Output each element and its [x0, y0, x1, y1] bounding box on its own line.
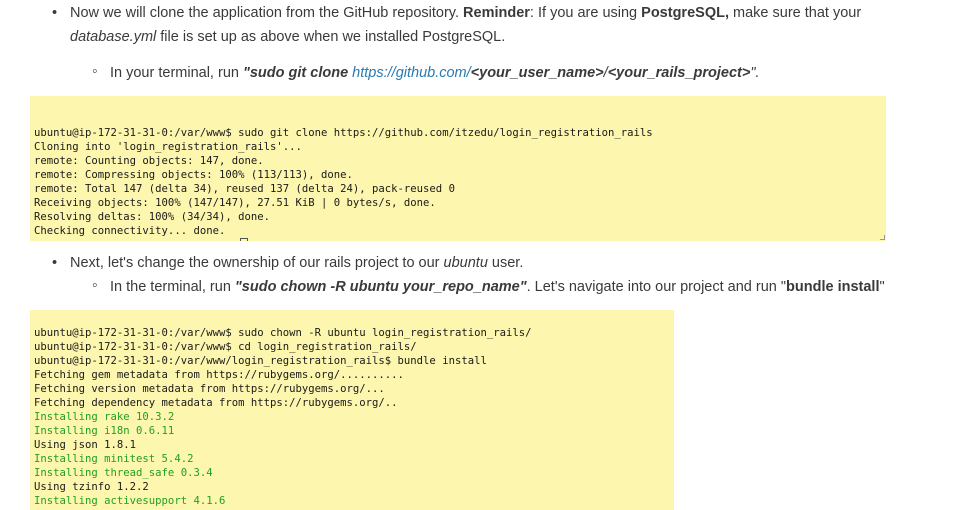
terminal-line: Receiving objects: 100% (147/147), 27.51… — [34, 197, 436, 209]
text-run: : If you are using — [529, 5, 638, 21]
postgres-label: PostgreSQL, — [641, 5, 729, 21]
sub-bullet-text: In the terminal, run "sudo chown -R ubun… — [92, 276, 962, 298]
text-run: make sure that your — [728, 5, 862, 21]
bullet-change-ownership: Next, let's change the ownership of our … — [52, 251, 932, 275]
terminal-line: Installing i18n 0.6.11 — [34, 425, 175, 437]
terminal-line: ubuntu@ip-172-31-31-0:/var/www$ sudo git… — [34, 127, 653, 139]
placeholder-project: <your_rails_project> — [607, 65, 751, 81]
terminal-output-clone: ubuntu@ip-172-31-31-0:/var/www$ sudo git… — [30, 96, 886, 241]
terminal-line: Fetching gem metadata from https://rubyg… — [34, 369, 404, 381]
bullet-ownership-text: Next, let's change the ownership of our … — [52, 251, 932, 275]
sub-bullet-clone-command: In your terminal, run "sudo git clone ht… — [92, 61, 952, 84]
terminal-line: ubuntu@ip-172-31-31-0:/var/www$ sudo cho… — [34, 327, 532, 339]
text-run: " — [879, 279, 885, 295]
github-link[interactable]: https://github.com/ — [352, 65, 470, 81]
terminal-line: Fetching dependency metadata from https:… — [34, 397, 398, 409]
text-run: ". — [750, 65, 760, 81]
terminal-output-bundle: ubuntu@ip-172-31-31-0:/var/www$ sudo cho… — [30, 310, 674, 510]
text-run: . Let's navigate into our project and ru… — [526, 279, 787, 295]
terminal-line: Resolving deltas: 100% (34/34), done. — [34, 211, 270, 223]
terminal-line: remote: Total 147 (delta 34), reused 137… — [34, 183, 455, 195]
bullet-clone-text: Now we will clone the application from t… — [52, 1, 932, 49]
sub-bullet-chown-command: In the terminal, run "sudo chown -R ubun… — [92, 275, 962, 298]
resize-grip[interactable] — [880, 235, 885, 240]
placeholder-user: <your_user_name> — [470, 65, 604, 81]
text-run: In the terminal, run — [110, 279, 235, 295]
text-run: file is set up as above when we installe… — [156, 29, 506, 45]
database-yml-filename: database.yml — [70, 29, 157, 45]
terminal-line: Installing thread_safe 0.3.4 — [34, 467, 213, 479]
terminal-line: Cloning into 'login_registration_rails'.… — [34, 141, 302, 153]
terminal-line: Checking connectivity... done. — [34, 225, 226, 237]
terminal-cursor — [240, 238, 249, 241]
terminal-line: remote: Compressing objects: 100% (113/1… — [34, 169, 353, 181]
ubuntu-user-label: ubuntu — [443, 255, 488, 271]
terminal-line: Installing minitest 5.4.2 — [34, 453, 194, 465]
terminal-line: ubuntu@ip-172-31-31-0:/var/www$ — [34, 238, 882, 241]
terminal-line: Installing rake 10.3.2 — [34, 411, 175, 423]
sub-bullet-text: In your terminal, run "sudo git clone ht… — [92, 62, 952, 84]
terminal-line: Using tzinfo 1.2.2 — [34, 481, 149, 493]
text-run: Now we will clone the application from t… — [70, 5, 459, 21]
terminal-line: remote: Counting objects: 147, done. — [34, 155, 264, 167]
text-run: In your terminal, run — [110, 65, 243, 81]
bullet-clone-intro: Now we will clone the application from t… — [52, 1, 932, 49]
command-text: "sudo git clone — [242, 65, 353, 81]
reminder-label: Reminder — [463, 5, 530, 21]
bundle-install-label: bundle install — [786, 279, 880, 295]
text-run: user. — [487, 255, 524, 271]
terminal-line: Installing activesupport 4.1.6 — [34, 495, 226, 507]
command-text: "sudo chown -R ubuntu your_repo_name" — [234, 279, 527, 295]
terminal-line: ubuntu@ip-172-31-31-0:/var/www/login_reg… — [34, 355, 487, 367]
terminal-line: Fetching version metadata from https://r… — [34, 383, 385, 395]
terminal-line: ubuntu@ip-172-31-31-0:/var/www$ cd login… — [34, 341, 417, 353]
text-run: Next, let's change the ownership of our … — [70, 255, 444, 271]
terminal-line: Using json 1.8.1 — [34, 439, 137, 451]
